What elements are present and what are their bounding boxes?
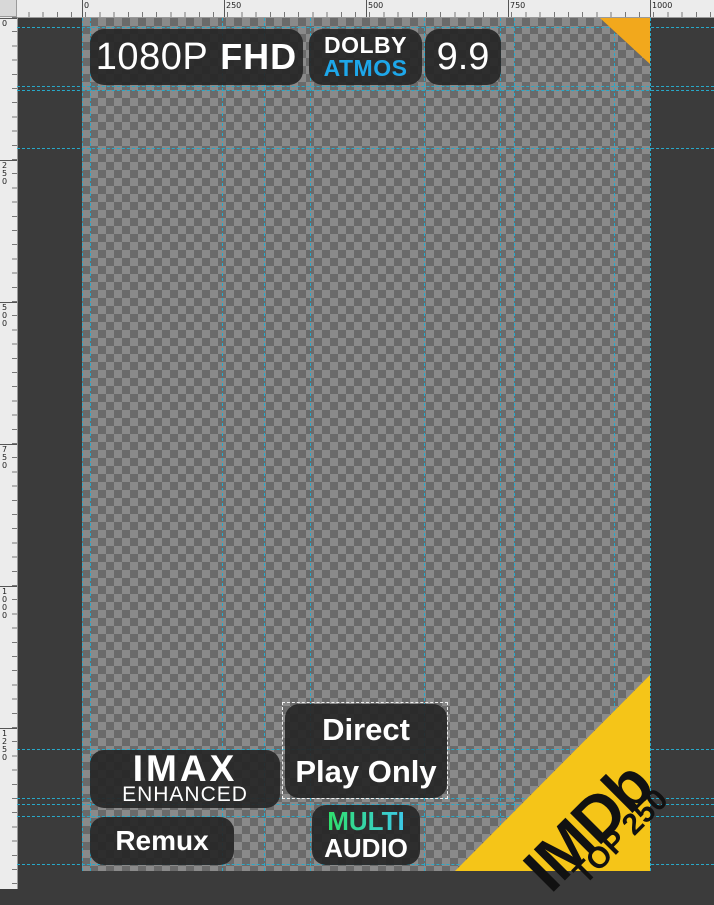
selection-marquee[interactable]	[282, 702, 448, 799]
horizontal-ruler[interactable]	[0, 0, 714, 18]
ruler-label-1000: 1000	[2, 587, 8, 620]
remux-text: Remux	[115, 825, 209, 856]
ruler-tick	[224, 0, 225, 17]
guide-line[interactable]	[17, 90, 714, 91]
ruler-corner	[0, 0, 17, 17]
rating-badge[interactable]: 9.9	[425, 29, 501, 85]
guide-line[interactable]	[17, 86, 714, 87]
enhanced-text: ENHANCED	[122, 783, 248, 806]
ruler-label-500: 500	[2, 303, 8, 328]
multi-audio-badge[interactable]: MULTI AUDIO	[312, 805, 420, 865]
ruler-label-0: 0	[2, 19, 8, 28]
corner-triangle-icon	[600, 18, 650, 64]
ruler-label-1000: 1000	[652, 1, 673, 10]
guide-line[interactable]	[82, 18, 83, 871]
ruler-label-250: 250	[226, 1, 242, 10]
imdb-top250-ribbon[interactable]: IMDb TOP 250	[455, 675, 674, 905]
guide-line[interactable]	[90, 18, 91, 871]
remux-badge[interactable]: Remux	[90, 817, 234, 865]
resolution-badge[interactable]: 1080P FHD	[90, 29, 303, 85]
imax-badge[interactable]: IMAX ENHANCED	[90, 750, 280, 808]
ruler-label-750: 750	[510, 1, 526, 10]
guide-line[interactable]	[222, 18, 223, 871]
rating-text: 9.9	[436, 35, 490, 78]
ruler-tick	[82, 0, 83, 17]
ruler-label-250: 250	[2, 161, 8, 186]
multi-text: MULTI	[327, 806, 405, 836]
atmos-text: ATMOS	[323, 55, 408, 81]
ruler-label-1250: 1250	[2, 729, 8, 762]
dolby-text: DOLBY	[324, 32, 407, 58]
dolby-atmos-badge[interactable]: DOLBY ATMOS	[309, 29, 422, 85]
guide-line[interactable]	[17, 148, 714, 149]
ruler-tick	[366, 0, 367, 17]
quality-text: FHD	[220, 36, 298, 77]
guide-line[interactable]	[264, 18, 265, 871]
audio-text: AUDIO	[324, 833, 408, 863]
resolution-text: 1080P	[95, 35, 209, 78]
ruler-label-0: 0	[84, 1, 90, 10]
ruler-label-500: 500	[368, 1, 384, 10]
ruler-tick	[508, 0, 509, 17]
ruler-tick	[650, 0, 651, 17]
imax-text: IMAX	[132, 748, 238, 789]
ruler-label-750: 750	[2, 445, 8, 470]
guide-line[interactable]	[650, 18, 651, 871]
